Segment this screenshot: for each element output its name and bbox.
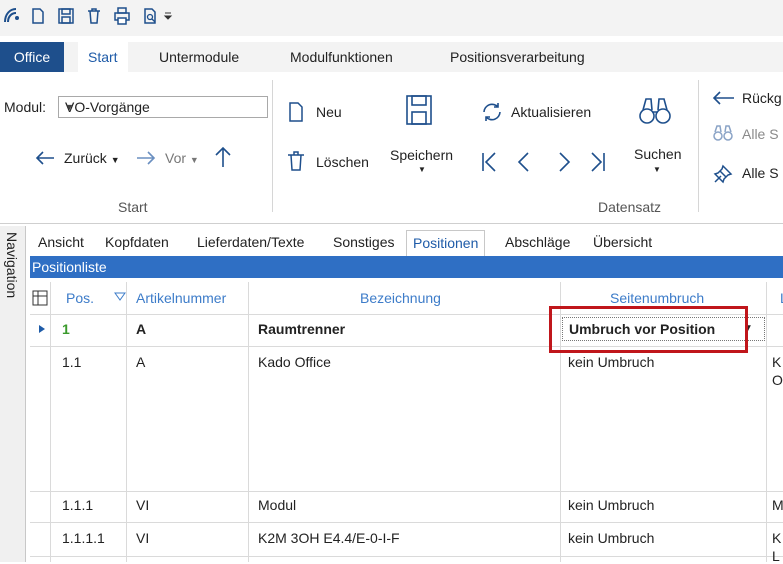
grid-column-divider (50, 282, 51, 562)
alle-suchen-button[interactable]: Alle S (742, 126, 779, 142)
save-icon[interactable] (56, 6, 76, 26)
forward-label: Vor (165, 150, 187, 166)
print-preview-icon[interactable] (140, 6, 160, 26)
row-bezeichnung: Kado Office (258, 354, 331, 370)
row-extra: K (772, 354, 782, 370)
column-header-artikelnummer[interactable]: Artikelnummer (136, 282, 226, 314)
grid-column-divider (248, 282, 249, 562)
back-label: Zurück (64, 150, 107, 166)
row-artikelnummer: A (136, 321, 147, 337)
arrow-up-icon[interactable] (212, 145, 234, 169)
tab-untermodule[interactable]: Untermodule (159, 42, 239, 72)
delete-icon[interactable] (84, 6, 104, 26)
modul-select[interactable]: VO-Vorgänge ▼ (58, 96, 268, 118)
row-extra-2: O (772, 372, 783, 388)
chevron-down-icon: ▼ (65, 102, 74, 112)
row-seitenumbruch: kein Umbruch (568, 530, 655, 546)
delete-icon (288, 151, 304, 171)
grid-column-divider (126, 282, 127, 562)
subtab-kopfdaten[interactable]: Kopfdaten (105, 230, 169, 256)
binoculars-icon (713, 125, 733, 141)
forward-dropdown-icon[interactable]: ▼ (190, 155, 199, 165)
save-button[interactable]: Speichern (390, 147, 453, 163)
grid-row-divider (30, 522, 783, 523)
tab-modulfunktionen[interactable]: Modulfunktionen (290, 42, 393, 72)
subtab-uebersicht[interactable]: Übersicht (593, 230, 652, 256)
row-pos: 1.1.1 (62, 497, 94, 513)
subtab-bar: Ansicht Kopfdaten Lieferdaten/Texte Sons… (26, 230, 783, 256)
rueckgaengig-button[interactable]: Rückg (742, 90, 782, 106)
grid-row-divider (30, 556, 783, 557)
tab-office[interactable]: Office (0, 42, 64, 72)
row-pos: 1.1 (62, 354, 82, 370)
search-dropdown-icon[interactable]: ▼ (653, 165, 661, 174)
group-label-datensatz: Datensatz (598, 199, 662, 215)
pin-icon (713, 164, 733, 184)
row-bezeichnung: Modul (258, 497, 297, 513)
subtab-sonstiges[interactable]: Sonstiges (333, 230, 394, 256)
forward-button[interactable]: Vor ▼ (165, 150, 199, 166)
tab-positionsverarbeitung[interactable]: Positionsverarbeitung (450, 42, 585, 72)
binoculars-icon (639, 98, 671, 124)
row-extra: M (772, 497, 783, 513)
customize-arrow-icon[interactable] (162, 6, 174, 26)
refresh-icon (483, 103, 501, 121)
new-document-icon[interactable] (28, 6, 48, 26)
new-document-icon (289, 102, 303, 122)
row-pos: 1.1.1.1 (62, 530, 105, 546)
row-seitenumbruch: kein Umbruch (568, 354, 655, 370)
tab-start[interactable]: Start (78, 42, 128, 72)
search-button[interactable]: Suchen (634, 146, 681, 162)
save-dropdown-icon[interactable]: ▼ (418, 165, 426, 174)
modul-label: Modul: (4, 99, 47, 115)
navigation-label[interactable]: Navigation (4, 232, 20, 298)
group-label-start: Start (118, 199, 148, 215)
subtab-lieferdaten[interactable]: Lieferdaten/Texte (197, 230, 304, 256)
row-extra: K (772, 530, 782, 546)
return-arrow-icon (712, 91, 734, 105)
filter-icon[interactable] (114, 292, 126, 304)
arrow-left-icon (35, 151, 54, 165)
record-navigation-icons (482, 152, 605, 172)
refresh-button[interactable]: Aktualisieren (511, 104, 591, 120)
row-bezeichnung: K2M 3OH E4.4/E-0-I-F (258, 530, 400, 546)
column-chooser-icon[interactable] (32, 290, 48, 306)
row-artikelnummer: A (136, 354, 146, 370)
arrow-right-icon (137, 151, 156, 165)
ribbon-tab-bar: Office Start Untermodule Modulfunktionen… (0, 42, 783, 72)
print-icon[interactable] (112, 6, 132, 26)
row-artikelnummer: VI (136, 530, 150, 546)
group-separator (272, 80, 273, 212)
subtab-abschlaege[interactable]: Abschläge (505, 230, 570, 256)
delete-button[interactable]: Löschen (316, 154, 369, 170)
row-bezeichnung: Raumtrenner (258, 321, 346, 337)
save-icon (406, 95, 432, 125)
grid-column-divider (766, 282, 767, 562)
subtab-positionen[interactable]: Positionen (406, 230, 486, 256)
back-dropdown-icon[interactable]: ▼ (111, 155, 120, 165)
positionliste-header: Positionliste (30, 256, 783, 278)
row-artikelnummer: VI (136, 497, 150, 513)
group-separator (698, 80, 699, 212)
column-header-bezeichnung[interactable]: Bezeichnung (360, 282, 441, 314)
row-pos: 1 (62, 321, 70, 337)
column-header-pos[interactable]: Pos. (66, 282, 94, 314)
new-button[interactable]: Neu (316, 104, 342, 120)
row-seitenumbruch: kein Umbruch (568, 497, 655, 513)
quick-access-toolbar (0, 0, 783, 36)
highlight-box (549, 306, 748, 353)
grid-row-divider (30, 491, 783, 492)
app-logo-icon[interactable] (2, 6, 22, 26)
row-indicator-icon (39, 325, 45, 333)
alle-setzen-button[interactable]: Alle S (742, 165, 779, 181)
back-button[interactable]: Zurück ▼ (64, 150, 120, 166)
subtab-ansicht[interactable]: Ansicht (38, 230, 84, 256)
